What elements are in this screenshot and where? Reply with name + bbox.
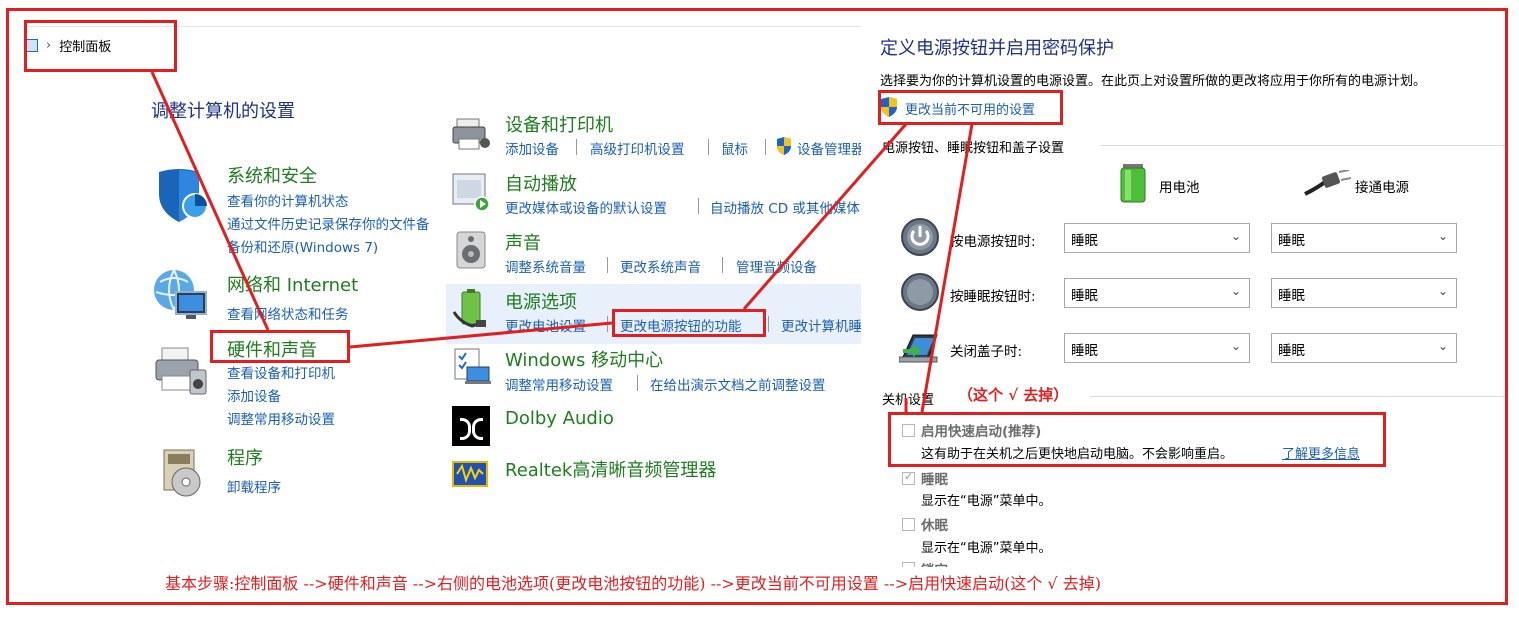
annotation-arrows <box>150 71 974 413</box>
